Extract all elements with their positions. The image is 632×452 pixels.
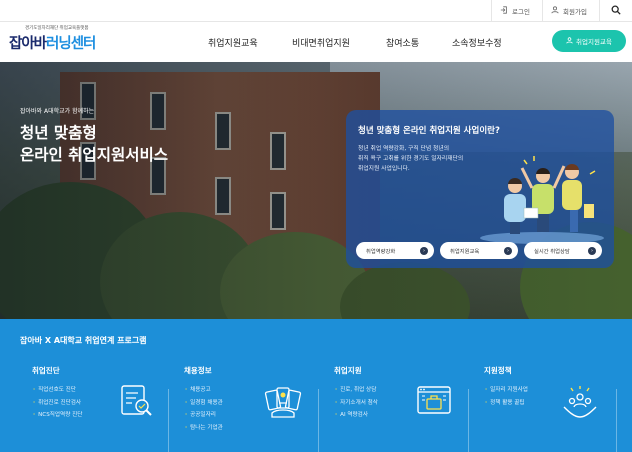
program-column-list: 직업선호도 진단 취업진로 진단검사 NCS직업역량 진단 xyxy=(33,384,82,422)
info-card-desc-line3: 취업지원 사업입니다. xyxy=(358,166,410,172)
list-item[interactable]: 공공일자리 xyxy=(185,409,223,422)
program-column-employment-support[interactable]: 취업지원 진로, 취업 상담 자기소개서 첨삭 AI 역량검사 xyxy=(322,359,470,439)
nav-item-affiliation-edit[interactable]: 소속정보수정 xyxy=(452,36,502,49)
policy-icon xyxy=(563,386,597,418)
job-info-icon xyxy=(264,387,302,418)
column-divider xyxy=(616,389,617,452)
member-button-label: 취업지원교육 xyxy=(576,38,612,46)
header: 경기도일자리재단 취업교육플랫폼 잡아바러닝센터 취업지원교육 비대면취업지원 … xyxy=(0,22,632,62)
arrow-right-icon: › xyxy=(588,246,596,255)
person-icon xyxy=(551,6,559,16)
list-item[interactable]: AI 역량검사 xyxy=(335,409,378,422)
column-divider xyxy=(468,389,469,452)
program-column-heading: 취업진단 xyxy=(32,366,60,375)
info-card-desc-line1: 청년 취업 역량강화, 구직 단념 청년의 xyxy=(358,146,450,152)
list-item[interactable]: 일경험 채용관 xyxy=(185,397,223,410)
program-column-list: 진로, 취업 상담 자기소개서 첨삭 AI 역량검사 xyxy=(335,384,378,422)
join-label: 회원가입 xyxy=(563,8,587,16)
join-link[interactable]: 회원가입 xyxy=(542,0,599,22)
info-card-title: 청년 맞춤형 온라인 취업지원 사업이란? xyxy=(358,126,500,136)
nav-item-community[interactable]: 참여소통 xyxy=(386,36,419,49)
list-item[interactable]: 탐나는 기업관 xyxy=(185,422,223,435)
list-item[interactable]: 진로, 취업 상담 xyxy=(335,384,378,397)
logo-subtitle: 경기도일자리재단 취업교육플랫폼 xyxy=(25,26,89,31)
diagnosis-icon xyxy=(121,385,152,416)
employment-education-button[interactable]: 취업지원교육 › xyxy=(440,242,518,259)
program-section: 잡아바 X A대학교 취업연계 프로그램 취업진단 직업선호도 진단 취업진로 … xyxy=(0,319,632,452)
program-column-policy[interactable]: 지원정책 일자리 지원사업 정책 활용 꿀팁 xyxy=(472,359,620,439)
nav-item-remote-support[interactable]: 비대면취업지원 xyxy=(292,36,350,49)
column-divider xyxy=(168,389,169,452)
nav-item-employment-education[interactable]: 취업지원교육 xyxy=(208,36,258,49)
program-title: 잡아바 X A대학교 취업연계 프로그램 xyxy=(20,336,147,345)
person-icon xyxy=(566,36,573,46)
list-item[interactable]: 직업선호도 진단 xyxy=(33,384,82,397)
info-card-description: 청년 취업 역량강화, 구직 단념 청년의 취직 욕구 고취를 위한 경기도 일… xyxy=(358,144,463,174)
program-column-list: 채용공고 일경험 채용관 공공일자리 탐나는 기업관 xyxy=(185,384,223,434)
hero-title-line1: 청년 맞춤형 xyxy=(20,124,97,142)
live-consulting-label: 실시간 취업상담 xyxy=(534,248,570,255)
program-column-diagnosis[interactable]: 취업진단 직업선호도 진단 취업진로 진단검사 NCS직업역량 진단 xyxy=(20,359,168,439)
arrow-right-icon: › xyxy=(504,246,512,255)
list-item[interactable]: 정책 활용 꿀팁 xyxy=(485,397,528,410)
employment-support-icon xyxy=(417,386,451,414)
list-item[interactable]: 자기소개서 첨삭 xyxy=(335,397,378,410)
logo[interactable]: 경기도일자리재단 취업교육플랫폼 잡아바러닝센터 xyxy=(9,25,96,53)
list-item[interactable]: 일자리 지원사업 xyxy=(485,384,528,397)
employment-education-label: 취업지원교육 xyxy=(450,248,480,255)
search-button[interactable] xyxy=(599,0,632,22)
hero-title-line2: 온라인 취업지원서비스 xyxy=(20,146,168,164)
utility-bar: 로그인 회원가입 xyxy=(0,0,632,22)
list-item[interactable]: 취업진로 진단검사 xyxy=(33,397,82,410)
hero-title: 청년 맞춤형 온라인 취업지원서비스 xyxy=(20,122,168,166)
logo-title-part2: 러닝센터 xyxy=(46,36,96,52)
member-button[interactable]: 취업지원교육 xyxy=(552,30,626,52)
program-column-list: 일자리 지원사업 정책 활용 꿀팁 xyxy=(485,384,528,409)
login-icon xyxy=(500,6,508,16)
search-icon xyxy=(611,5,621,17)
capacity-building-button[interactable]: 취업역량강화 › xyxy=(356,242,434,259)
arrow-right-icon: › xyxy=(420,246,428,255)
logo-title-part1: 잡아바 xyxy=(9,36,47,52)
program-column-heading: 채용정보 xyxy=(184,366,212,375)
list-item[interactable]: NCS직업역량 진단 xyxy=(33,409,82,422)
login-label: 로그인 xyxy=(512,8,530,16)
column-divider xyxy=(318,389,319,452)
capacity-building-label: 취업역량강화 xyxy=(366,248,396,255)
hero-banner: 잡아바와 A대학교가 함께하는 청년 맞춤형 온라인 취업지원서비스 청년 맞춤… xyxy=(0,62,632,319)
login-link[interactable]: 로그인 xyxy=(491,0,542,22)
students-illustration xyxy=(480,156,604,244)
program-column-heading: 지원정책 xyxy=(484,366,512,375)
hero-subtitle: 잡아바와 A대학교가 함께하는 xyxy=(20,108,95,115)
list-item[interactable]: 채용공고 xyxy=(185,384,223,397)
program-column-heading: 취업지원 xyxy=(334,366,362,375)
live-consulting-button[interactable]: 실시간 취업상담 › xyxy=(524,242,602,259)
info-card-desc-line2: 취직 욕구 고취를 위한 경기도 일자리재단의 xyxy=(358,156,464,162)
logo-title: 잡아바러닝센터 xyxy=(9,32,96,53)
program-column-job-info[interactable]: 채용정보 채용공고 일경험 채용관 공공일자리 탐나는 기업관 xyxy=(172,359,320,439)
